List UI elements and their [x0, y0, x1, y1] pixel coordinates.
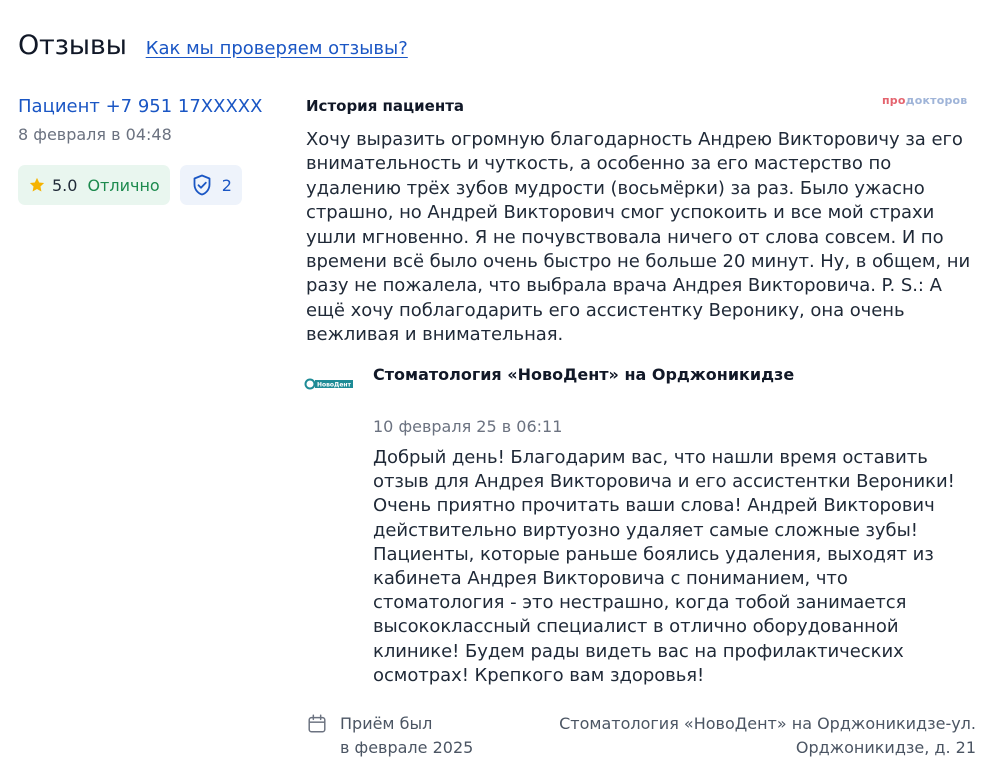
reply-text: Добрый день! Благодарим вас, что нашли в…	[373, 447, 955, 686]
verified-count: 2	[221, 175, 232, 195]
verified-badge[interactable]: 2	[179, 165, 242, 205]
review-body: История пациента Хочу выразить огромную …	[306, 96, 976, 348]
calendar-icon	[308, 714, 326, 733]
address-line-2: Орджоникидзе, д. 21	[795, 738, 976, 757]
clinic-name[interactable]: Стоматология «НовоДент» на Орджоникидзе	[373, 365, 794, 384]
address-line-1: Стоматология «НовоДент» на Орджоникидзе-…	[559, 714, 976, 733]
review-text: Хочу выразить огромную благодарность Анд…	[306, 129, 971, 346]
clinic-address: Стоматология «НовоДент» на Орджоникидзе-…	[559, 712, 976, 760]
reply-date: 10 февраля 25 в 06:11	[373, 417, 563, 436]
review-author-panel: Пациент +7 951 17XXXXX 8 февраля в 04:48…	[18, 96, 278, 205]
visit-line-2: в феврале 2025	[340, 738, 474, 757]
review-date: 8 февраля в 04:48	[18, 125, 172, 144]
how-we-verify-link[interactable]: Как мы проверяем отзывы?	[146, 38, 408, 59]
clinic-logo: НовоДент	[304, 378, 353, 390]
author-name-link[interactable]: Пациент +7 951 17XXXXX	[18, 96, 278, 118]
clinic-logo-text: НовоДент	[317, 382, 352, 389]
rating-label: Отлично	[87, 175, 160, 195]
author-badges: 5.0 Отлично 2	[18, 165, 278, 205]
shield-check-icon	[193, 174, 211, 196]
review-title: История пациента	[306, 97, 465, 115]
reviews-header: Отзывы Как мы проверяем отзывы?	[18, 30, 408, 61]
rating-badge: 5.0 Отлично	[18, 165, 170, 205]
page-title: Отзывы	[18, 30, 127, 61]
star-icon	[29, 177, 45, 192]
rating-value: 5.0	[52, 175, 78, 195]
visit-date-text: Приём был в феврале 2025	[340, 712, 473, 760]
visit-line-1: Приём был	[340, 714, 433, 733]
visit-info: Приём был в феврале 2025	[306, 712, 473, 760]
